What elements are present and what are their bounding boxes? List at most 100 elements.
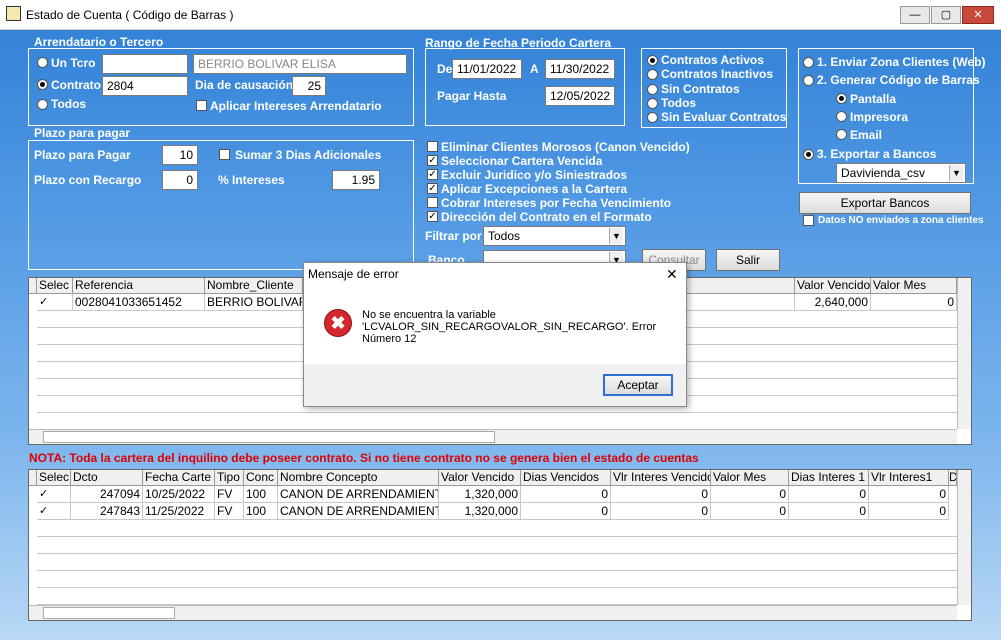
aplicar-excepciones-checkbox[interactable]: ✓	[427, 183, 438, 194]
radio-generar-codigo[interactable]	[803, 75, 814, 86]
dia-causacion-input[interactable]: 25	[292, 76, 326, 96]
row-vlr-interes1[interactable]: 0	[869, 486, 949, 503]
row-check[interactable]: ✓	[37, 486, 71, 503]
radio-exportar-bancos[interactable]	[803, 149, 814, 160]
exportar-bancos-button[interactable]: Exportar Bancos	[799, 192, 971, 214]
column-header[interactable]: Valor Vencido	[439, 470, 521, 486]
excluir-juridico-checkbox[interactable]: ✓	[427, 169, 438, 180]
column-header[interactable]: D	[949, 470, 957, 486]
radio-contratos-inactivos[interactable]	[647, 69, 658, 80]
eliminar-morosos-checkbox[interactable]	[427, 141, 438, 152]
salir-button[interactable]: Salir	[716, 249, 780, 271]
row-fecha[interactable]: 10/25/2022	[143, 486, 215, 503]
row-tipo[interactable]: FV	[215, 486, 244, 503]
row-check[interactable]: ✓	[37, 294, 73, 311]
datos-no-enviados-checkbox[interactable]	[803, 215, 814, 226]
radio-sin-evaluar[interactable]	[647, 112, 658, 123]
row-tipo[interactable]: FV	[215, 503, 244, 520]
nombre-field[interactable]: BERRIO BOLIVAR ELISA	[193, 54, 407, 74]
row-valor-mes[interactable]: 0	[711, 503, 789, 520]
column-header[interactable]: Dcto	[71, 470, 143, 486]
direccion-contrato-checkbox[interactable]: ✓	[427, 211, 438, 222]
column-header[interactable]: Selec	[37, 278, 73, 294]
pagar-hasta-input[interactable]: 12/05/2022	[545, 86, 615, 106]
row-vlr-interes[interactable]: 0	[611, 486, 711, 503]
chevron-down-icon[interactable]: ▼	[949, 165, 963, 181]
plazo-pagar-input[interactable]: 10	[162, 145, 198, 165]
column-header[interactable]: Fecha Carte	[143, 470, 215, 486]
radio-todos-contratos[interactable]	[647, 98, 658, 109]
chevron-down-icon[interactable]: ▼	[609, 228, 623, 244]
column-header[interactable]: Valor Mes	[711, 470, 789, 486]
close-window-button[interactable]: ✕	[962, 6, 994, 24]
row-dias-vencidos[interactable]: 0	[521, 486, 611, 503]
row-dcto[interactable]: 247094	[71, 486, 143, 503]
fecha-a-input[interactable]: 11/30/2022	[545, 59, 615, 79]
column-header[interactable]: Selec	[37, 470, 71, 486]
intereses-input[interactable]: 1.95	[332, 170, 380, 190]
column-header[interactable]: Nombre_Cliente	[205, 278, 303, 294]
horizontal-scrollbar[interactable]	[29, 429, 957, 444]
radio-email[interactable]	[836, 129, 847, 140]
column-header[interactable]: Nombre Concepto	[278, 470, 439, 486]
aceptar-button[interactable]: Aceptar	[603, 374, 673, 396]
vertical-scrollbar[interactable]	[957, 470, 971, 605]
plazo-recargo-input[interactable]: 0	[162, 170, 198, 190]
scroll-thumb[interactable]	[43, 607, 175, 619]
radio-un-tcro[interactable]	[37, 57, 48, 68]
radio-contrato[interactable]	[37, 79, 48, 90]
row-valor-mes[interactable]: 0	[711, 486, 789, 503]
row-concepto[interactable]: CANON DE ARRENDAMIENTO	[278, 486, 439, 503]
column-header[interactable]: Tipo	[215, 470, 244, 486]
sumar-dias-checkbox[interactable]	[219, 149, 230, 160]
fecha-de-input[interactable]: 11/01/2022	[452, 59, 522, 79]
row-check[interactable]: ✓	[37, 503, 71, 520]
row-valor-vencido[interactable]: 1,320,000	[439, 503, 521, 520]
column-header[interactable]: Vlr Interes Vencido	[611, 470, 711, 486]
row-dias-interes[interactable]: 0	[789, 486, 869, 503]
radio-sin-contratos[interactable]	[647, 84, 658, 95]
row-concepto[interactable]: CANON DE ARRENDAMIENTO	[278, 503, 439, 520]
direccion-contrato-label: Dirección del Contrato en el Formato	[441, 210, 652, 224]
column-header[interactable]: Valor Vencido	[795, 278, 871, 294]
row-referencia[interactable]: 0028041033651452	[73, 294, 205, 311]
row-fecha[interactable]: 11/25/2022	[143, 503, 215, 520]
banco-export-select[interactable]: Davivienda_csv ▼	[836, 163, 966, 183]
radio-contratos-activos[interactable]	[647, 55, 658, 66]
column-header[interactable]: Dias Vencidos	[521, 470, 611, 486]
radio-enviar-zona[interactable]	[803, 57, 814, 68]
row-dias-vencidos[interactable]: 0	[521, 503, 611, 520]
column-header[interactable]: Valor Mes	[871, 278, 957, 294]
row-dcto[interactable]: 247843	[71, 503, 143, 520]
row-conc[interactable]: 100	[244, 486, 278, 503]
column-header[interactable]: Dias Interes 1	[789, 470, 869, 486]
aplicar-intereses-checkbox[interactable]	[196, 100, 207, 111]
minimize-button[interactable]: —	[900, 6, 930, 24]
scroll-thumb[interactable]	[43, 431, 495, 443]
row-valor-mes[interactable]: 0	[871, 294, 957, 311]
row-vlr-interes1[interactable]: 0	[869, 503, 949, 520]
row-conc[interactable]: 100	[244, 503, 278, 520]
radio-pantalla[interactable]	[836, 93, 847, 104]
column-header[interactable]: Vlr Interes1	[869, 470, 949, 486]
seleccionar-vencida-checkbox[interactable]: ✓	[427, 155, 438, 166]
cartera-grid[interactable]: Selec Dcto Fecha Carte Tipo Conc Nombre …	[28, 469, 972, 621]
maximize-button[interactable]: ▢	[931, 6, 961, 24]
un-tcro-input[interactable]	[102, 54, 188, 74]
filtrar-select[interactable]: Todos ▼	[483, 226, 626, 246]
row-dias-interes[interactable]: 0	[789, 503, 869, 520]
close-icon[interactable]: ✕	[666, 266, 678, 283]
contrato-input[interactable]: 2804	[102, 76, 188, 96]
row-valor-vencido[interactable]: 2,640,000	[795, 294, 871, 311]
vertical-scrollbar[interactable]	[957, 278, 971, 429]
row-nombre[interactable]: BERRIO BOLIVAR	[205, 294, 303, 311]
row-vlr-interes[interactable]: 0	[611, 503, 711, 520]
radio-todos[interactable]	[37, 99, 48, 110]
column-header[interactable]: Referencia	[73, 278, 205, 294]
radio-impresora[interactable]	[836, 111, 847, 122]
row-valor-vencido[interactable]: 1,320,000	[439, 486, 521, 503]
cobrar-intereses-checkbox[interactable]	[427, 197, 438, 208]
horizontal-scrollbar[interactable]	[29, 605, 957, 620]
column-header[interactable]: Conc	[244, 470, 278, 486]
dialog-title: Mensaje de error	[308, 267, 399, 281]
